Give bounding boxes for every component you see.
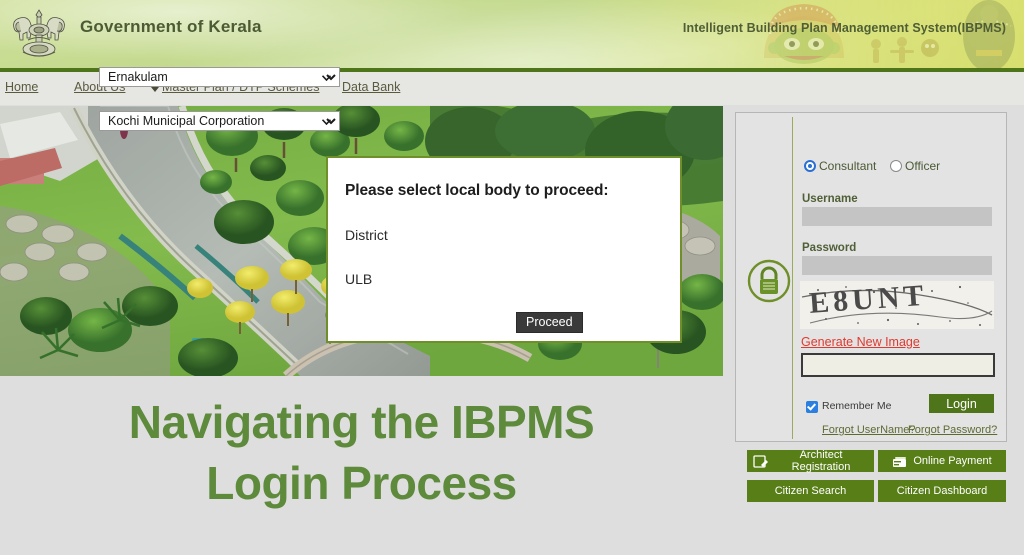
radio-officer[interactable] [890, 160, 902, 172]
architect-registration-button[interactable]: Architect Registration [747, 449, 874, 473]
ulb-label: ULB [345, 271, 373, 287]
architect-registration-label: Architect Registration [791, 449, 851, 473]
citizen-search-label: Citizen Search [774, 485, 847, 497]
nav-item-home[interactable]: Home [5, 80, 38, 94]
forgot-username-link[interactable]: Forgot UserName? [822, 424, 916, 436]
login-panel: Consultant Officer Username Password E8U… [735, 112, 1007, 442]
radio-consultant[interactable] [804, 160, 816, 172]
proceed-button[interactable]: Proceed [516, 312, 583, 333]
radio-officer-label: Officer [905, 159, 941, 173]
captcha-image: E8UNT [800, 281, 994, 329]
caption-line-1: Navigating the IBPMS [128, 396, 595, 448]
district-label: District [345, 227, 388, 243]
citizen-dashboard-button[interactable]: Citizen Dashboard [878, 480, 1006, 502]
panel-divider [792, 117, 793, 439]
generate-new-image-link[interactable]: Generate New Image [801, 335, 920, 349]
username-input[interactable] [802, 207, 992, 226]
kerala-state-emblem-icon [13, 9, 65, 57]
document-edit-icon [753, 454, 768, 468]
radio-consultant-label: Consultant [819, 159, 877, 173]
district-select[interactable]: Ernakulam [99, 67, 340, 87]
system-name: Intelligent Building Plan Management Sys… [682, 21, 1006, 35]
citizen-search-button[interactable]: Citizen Search [747, 480, 874, 502]
forgot-password-link[interactable]: Forgot Password? [908, 424, 997, 436]
payment-card-icon [893, 456, 907, 467]
remember-me-checkbox[interactable] [806, 401, 818, 413]
caption-line-2: Login Process [206, 456, 517, 509]
lock-icon [747, 259, 791, 303]
password-label: Password [802, 242, 857, 254]
page-caption: Navigating the IBPMS Login Process [0, 392, 723, 513]
online-payment-button[interactable]: Online Payment [878, 450, 1006, 472]
role-selector: Consultant Officer [804, 158, 994, 176]
site-title: Government of Kerala [80, 17, 262, 36]
select-local-body-dialog: Please select local body to proceed: Dis… [326, 156, 682, 343]
ulb-select[interactable]: Kochi Municipal Corporation [99, 111, 340, 131]
online-payment-label: Online Payment [913, 455, 992, 467]
login-button[interactable]: Login [929, 394, 994, 413]
chevron-down-icon [151, 87, 159, 92]
captcha-input[interactable] [801, 353, 995, 377]
password-input[interactable] [802, 256, 992, 275]
nav-item-data-bank[interactable]: Data Bank [342, 80, 400, 94]
username-label: Username [802, 193, 858, 205]
site-header: Government of Kerala Intelligent Buildin… [0, 0, 1024, 68]
remember-me-label: Remember Me [822, 400, 892, 412]
citizen-dashboard-label: Citizen Dashboard [896, 485, 988, 497]
dialog-heading: Please select local body to proceed: [345, 182, 609, 199]
